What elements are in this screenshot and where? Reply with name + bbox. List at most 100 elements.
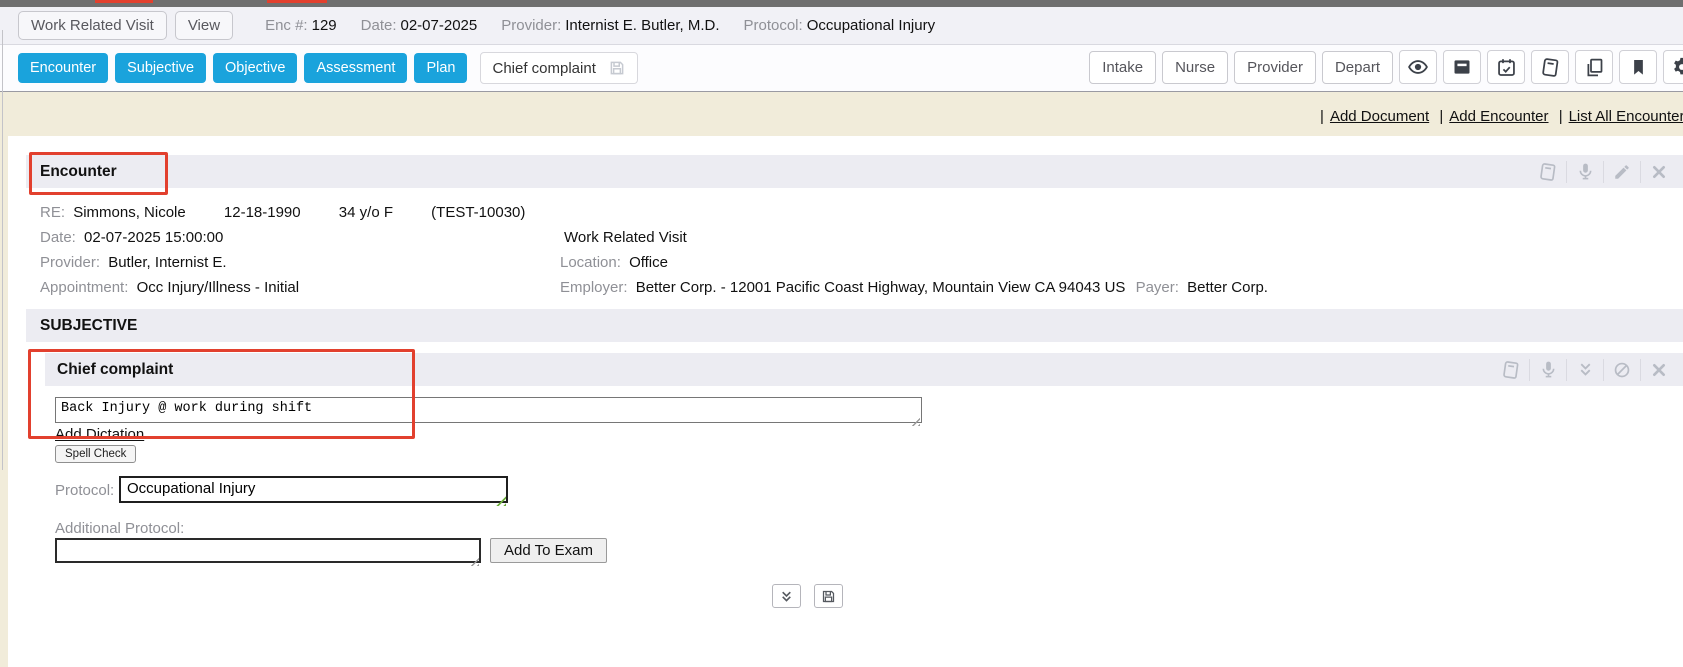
provider-button[interactable]: Provider (1234, 51, 1316, 84)
notes-button[interactable] (1530, 155, 1566, 188)
location-value: Office (629, 254, 668, 271)
current-section-box: Chief complaint (480, 52, 637, 84)
additional-protocol-textarea[interactable] (55, 538, 481, 563)
date-label: Date: (40, 229, 76, 246)
employer-value: Better Corp. - 12001 Pacific Coast Highw… (636, 279, 1126, 296)
link-separator: | (1320, 108, 1324, 125)
location-label: Location: (560, 254, 621, 271)
nav-encounter-button[interactable]: Encounter (18, 53, 108, 83)
intake-button[interactable]: Intake (1089, 51, 1156, 84)
provider-row: Provider: Butler, Internist E. (40, 254, 227, 271)
enc-provider-field: Provider:Internist E. Butler, M.D. (501, 17, 719, 34)
provider-label: Provider: (40, 254, 100, 271)
protocol-field-wrap: Occupational Injury (119, 476, 508, 508)
copy-icon (1584, 57, 1605, 78)
enc-date-value: 02-07-2025 (401, 17, 478, 34)
chief-complaint-textarea[interactable]: Back Injury @ work during shift (55, 397, 922, 423)
save-button[interactable] (814, 584, 843, 608)
chief-complaint-title: Chief complaint (57, 361, 173, 379)
nav-plan-button[interactable]: Plan (414, 53, 467, 83)
gear-icon (1671, 56, 1683, 78)
additional-protocol-field-wrap (55, 538, 481, 568)
patient-dob: 12-18-1990 (224, 204, 301, 221)
protocol-textarea[interactable]: Occupational Injury (119, 476, 508, 503)
nurse-button[interactable]: Nurse (1162, 51, 1228, 84)
depart-button[interactable]: Depart (1322, 51, 1393, 84)
payer-label: Payer: (1136, 279, 1179, 296)
add-encounter-link[interactable]: Add Encounter (1449, 108, 1548, 125)
patient-name: Simmons, Nicole (73, 204, 186, 221)
appointment-label: Appointment: (40, 279, 128, 296)
close-section-button[interactable] (1641, 353, 1677, 386)
microphone-icon (1576, 162, 1595, 181)
patient-id: (TEST-10030) (431, 204, 525, 221)
pencil-icon (1613, 163, 1631, 181)
enc-date-field: Date:02-07-2025 (361, 17, 478, 34)
provider-value: Butler, Internist E. (108, 254, 226, 271)
soap-toolbar: Encounter Subjective Objective Assessmen… (0, 45, 1683, 92)
close-icon (1651, 362, 1667, 378)
nav-objective-button[interactable]: Objective (213, 53, 297, 83)
appointment-row: Appointment: Occ Injury/Illness - Initia… (40, 279, 299, 296)
calendar-check-button[interactable] (1487, 50, 1525, 84)
bookmark-icon (1629, 58, 1648, 77)
subjective-section-header: SUBJECTIVE (26, 309, 1683, 342)
encounter-date-row: Date: 02-07-2025 15:00:00 (40, 229, 223, 246)
stage-button-group: Intake Nurse Provider Depart (1089, 50, 1683, 84)
double-chevron-down-icon (780, 590, 793, 603)
copy-button[interactable] (1575, 50, 1613, 84)
visit-type-button[interactable]: Work Related Visit (18, 11, 167, 40)
dictate-button[interactable] (1567, 155, 1603, 188)
disable-button[interactable] (1604, 353, 1640, 386)
visit-type-value: Work Related Visit (564, 229, 687, 246)
add-to-exam-button[interactable]: Add To Exam (490, 538, 607, 563)
link-separator: | (1559, 108, 1563, 125)
nav-subjective-button[interactable]: Subjective (115, 53, 206, 83)
add-dictation-link[interactable]: Add Dictation (55, 426, 144, 443)
tab-indicator (267, 0, 327, 3)
enc-protocol-label: Protocol: (743, 17, 802, 34)
book-icon (1501, 360, 1521, 380)
enc-protocol-value: Occupational Injury (807, 17, 935, 34)
expand-all-button[interactable] (772, 584, 801, 608)
book-icon (1538, 162, 1558, 182)
subjective-section-title: SUBJECTIVE (40, 317, 137, 335)
save-icon (608, 59, 626, 77)
journal-button[interactable] (1531, 50, 1569, 84)
enc-number-field: Enc #:129 (265, 17, 337, 34)
enc-date-label: Date: (361, 17, 397, 34)
notes-button[interactable] (1493, 353, 1529, 386)
collapse-button[interactable] (1567, 353, 1603, 386)
dictate-button[interactable] (1530, 353, 1566, 386)
patient-re-row: RE: Simmons, Nicole 12-18-1990 34 y/o F … (40, 204, 525, 221)
edit-button[interactable] (1604, 155, 1640, 188)
location-row: Location: Office (560, 254, 668, 271)
employer-row: Employer: Better Corp. - 12001 Pacific C… (560, 279, 1268, 296)
encounter-context-bar: Work Related Visit View Enc #:129 Date:0… (0, 7, 1683, 45)
protocol-label: Protocol: (55, 482, 114, 499)
payer-value: Better Corp. (1187, 279, 1268, 296)
enc-protocol-field: Protocol: Occupational Injury (743, 17, 935, 34)
close-section-button[interactable] (1641, 155, 1677, 188)
enc-provider-label: Provider: (501, 17, 561, 34)
nav-assessment-button[interactable]: Assessment (304, 53, 407, 83)
archive-button[interactable] (1443, 50, 1481, 84)
chief-complaint-header-icons (1493, 353, 1677, 386)
eye-button[interactable] (1399, 50, 1437, 84)
appointment-value: Occ Injury/Illness - Initial (137, 279, 300, 296)
enc-number-label: Enc #: (265, 17, 308, 34)
re-label: RE: (40, 204, 65, 221)
chief-complaint-header: Chief complaint (45, 353, 1683, 386)
enc-number-value: 129 (312, 17, 337, 34)
bookmark-button[interactable] (1619, 50, 1657, 84)
eye-icon (1407, 56, 1429, 78)
settings-button[interactable] (1663, 50, 1683, 84)
list-all-encounters-link[interactable]: List All Encounters (1569, 108, 1683, 125)
encounter-section-title: Encounter (40, 163, 117, 181)
add-document-link[interactable]: Add Document (1330, 108, 1429, 125)
view-button[interactable]: View (175, 11, 233, 40)
link-separator: | (1439, 108, 1443, 125)
spell-check-button[interactable]: Spell Check (55, 445, 136, 463)
current-section-label: Chief complaint (492, 60, 595, 77)
action-links: | Add Document | Add Encounter | List All E… (1314, 108, 1683, 125)
